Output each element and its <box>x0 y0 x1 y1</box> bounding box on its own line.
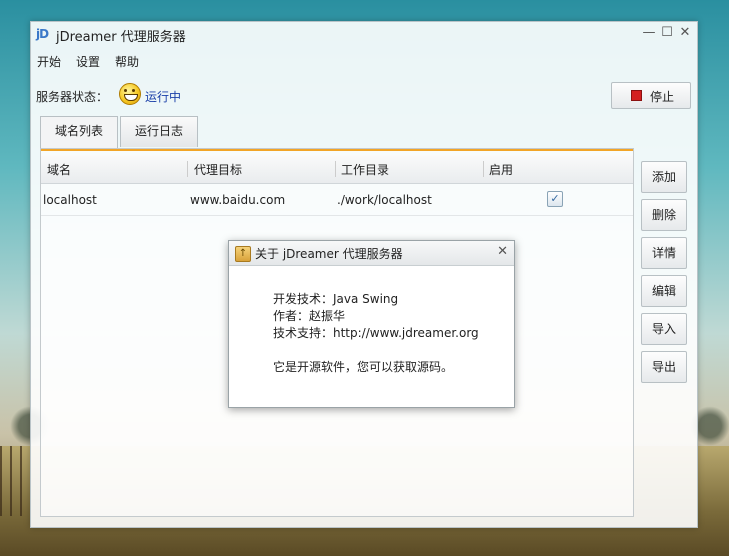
export-button[interactable]: 导出 <box>641 351 687 383</box>
smiley-status-icon <box>119 83 141 105</box>
about-opensource-line: 它是开源软件，您可以获取源码。 <box>273 360 454 374</box>
enabled-checkbox[interactable]: ✓ <box>547 191 563 207</box>
add-button[interactable]: 添加 <box>641 161 687 193</box>
edit-button[interactable]: 编辑 <box>641 275 687 307</box>
import-button[interactable]: 导入 <box>641 313 687 345</box>
menu-help[interactable]: 帮助 <box>115 53 139 70</box>
column-header-target[interactable]: 代理目标 <box>194 161 242 178</box>
tab-accent-line <box>41 149 633 151</box>
stop-button[interactable]: 停止 <box>611 82 691 109</box>
about-dialog-title: 关于 jDreamer 代理服务器 <box>255 247 403 261</box>
cell-target: www.baidu.com <box>190 193 286 207</box>
maximize-icon[interactable]: ☐ <box>659 25 675 41</box>
column-header-workdir[interactable]: 工作目录 <box>341 161 389 178</box>
tab-run-log[interactable]: 运行日志 <box>120 116 198 147</box>
cell-workdir: ./work/localhost <box>337 193 432 207</box>
package-icon: ↑ <box>235 246 251 262</box>
server-status-value: 运行中 <box>145 90 182 104</box>
cell-domain: localhost <box>43 193 97 207</box>
server-status-label: 服务器状态： <box>36 90 109 104</box>
about-dialog: ↑ 关于 jDreamer 代理服务器 ✕ 开发技术：Java Swing 作者… <box>228 240 515 408</box>
menu-bar: 开始 设置 帮助 <box>31 50 697 72</box>
title-bar[interactable]: jD jDreamer 代理服务器 — ☐ ✕ <box>31 22 697 46</box>
column-header-enabled[interactable]: 启用 <box>489 161 513 178</box>
about-support-line: 技术支持：http://www.jdreamer.org <box>273 326 479 340</box>
window-title: jDreamer 代理服务器 <box>56 30 186 45</box>
background-fence <box>0 446 30 516</box>
minimize-icon[interactable]: — <box>641 25 657 41</box>
table-header: 域名 代理目标 工作目录 启用 <box>41 155 633 184</box>
column-divider <box>187 161 188 177</box>
column-divider <box>483 161 484 177</box>
close-icon[interactable]: ✕ <box>677 25 693 41</box>
stop-button-label: 停止 <box>650 90 675 104</box>
stop-icon <box>631 90 642 101</box>
column-divider <box>335 161 336 177</box>
about-dialog-titlebar[interactable]: ↑ 关于 jDreamer 代理服务器 ✕ <box>229 241 514 266</box>
app-logo-icon: jD <box>36 27 49 41</box>
menu-settings[interactable]: 设置 <box>76 53 100 70</box>
delete-button[interactable]: 删除 <box>641 199 687 231</box>
close-icon[interactable]: ✕ <box>497 244 508 259</box>
menu-start[interactable]: 开始 <box>37 53 61 70</box>
about-tech-line: 开发技术：Java Swing <box>273 292 399 306</box>
table-row[interactable]: localhost www.baidu.com ./work/localhost… <box>41 185 633 216</box>
column-header-domain[interactable]: 域名 <box>47 161 71 178</box>
tab-domain-list[interactable]: 域名列表 <box>40 116 118 148</box>
about-author-line: 作者：赵振华 <box>273 309 346 323</box>
details-button[interactable]: 详情 <box>641 237 687 269</box>
